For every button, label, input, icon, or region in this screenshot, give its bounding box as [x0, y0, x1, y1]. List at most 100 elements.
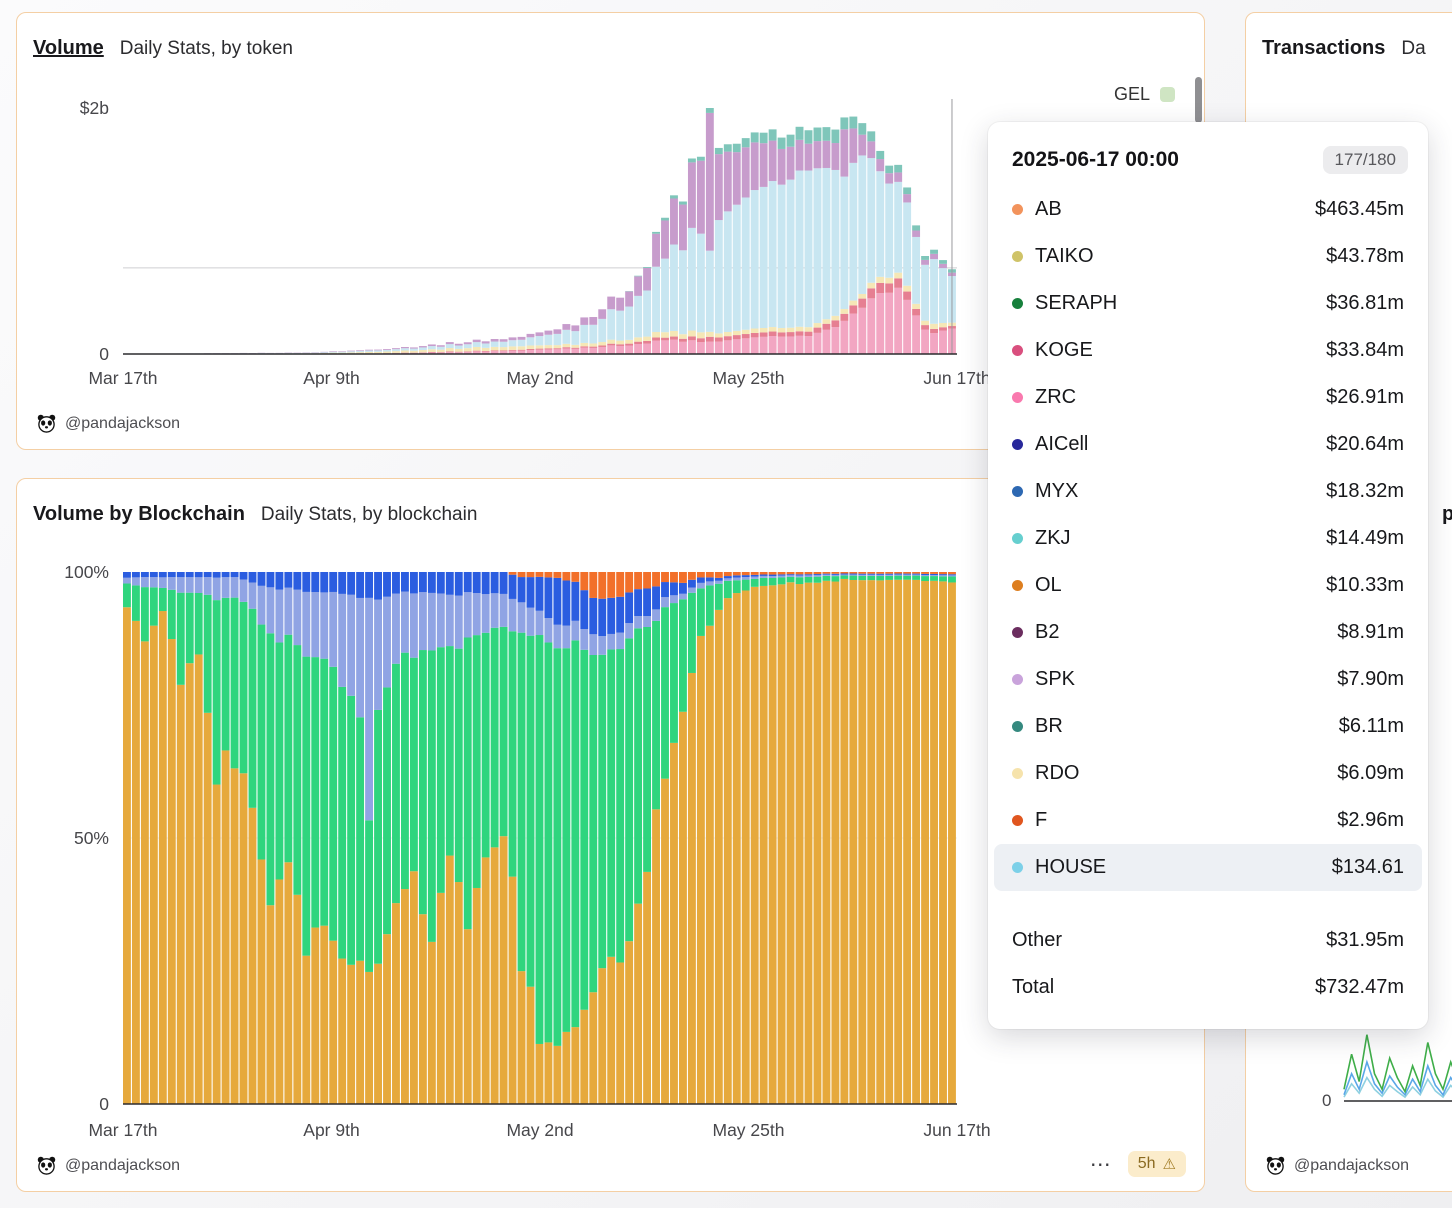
tooltip-row-b2: B2 $8.91m: [988, 609, 1428, 656]
token-color-dot: [1012, 674, 1023, 685]
tooltip-row-seraph: SERAPH $36.81m: [988, 280, 1428, 327]
volume-legend-item-gel[interactable]: GEL: [1114, 84, 1175, 105]
tooltip-row-ol: OL $10.33m: [988, 562, 1428, 609]
token-label: SERAPH: [1035, 292, 1117, 315]
panel-volume-title[interactable]: Volume: [33, 37, 104, 60]
tooltip-row-rdo: RDO $6.09m: [988, 750, 1428, 797]
mini-line-green: [1344, 1031, 1452, 1092]
token-label: F: [1035, 809, 1047, 832]
warning-icon: ⚠: [1163, 1157, 1176, 1172]
y-tick-label: 0: [99, 344, 109, 364]
staleness-badge[interactable]: 5h ⚠: [1128, 1151, 1186, 1177]
staleness-text: 5h: [1138, 1155, 1156, 1173]
token-value: $2.96m: [1337, 809, 1404, 832]
y-tick-label: $2b: [80, 98, 109, 118]
tooltip-row-ab: AB$463.45m: [988, 186, 1428, 233]
tooltip-row-koge: KOGE $33.84m: [988, 327, 1428, 374]
attribution-handle: @pandajackson: [1294, 1157, 1409, 1175]
tooltip-row-spk: SPK$7.90m: [988, 656, 1428, 703]
token-color-dot: [1012, 486, 1023, 497]
token-label: MYX: [1035, 480, 1078, 503]
panda-icon: [1266, 1156, 1285, 1175]
token-color-dot: [1012, 533, 1023, 544]
tooltip-rows: AB$463.45m TAIKO $43.78m SERAPH $36.81m KOGE $…: [988, 186, 1428, 891]
token-value: $36.81m: [1326, 292, 1404, 315]
token-color-dot: [1012, 815, 1023, 826]
mini-chart-zero-label: 0: [1322, 1091, 1331, 1111]
panel-blockchain-title[interactable]: Volume by Blockchain: [33, 503, 245, 526]
attribution-handle: @pandajackson: [65, 415, 180, 433]
y-tick-label: 50%: [74, 828, 109, 848]
token-label: KOGE: [1035, 339, 1093, 362]
token-value: $134.61: [1332, 856, 1404, 879]
attribution-blockchain[interactable]: @pandajackson: [37, 1156, 180, 1175]
panel-transactions-header: Transactions Da: [1262, 37, 1426, 60]
tooltip-summary: Other$31.95mTotal$732.47m: [988, 917, 1428, 1011]
x-tick-label: May 2nd: [506, 1120, 573, 1140]
x-tick-label: Apr 9th: [303, 1120, 359, 1140]
panel-blockchain-subtitle: Daily Stats, by blockchain: [261, 504, 478, 526]
x-tick-label: May 2nd: [506, 368, 573, 388]
token-label: ZKJ: [1035, 527, 1071, 550]
token-label: OL: [1035, 574, 1062, 597]
token-label: TAIKO: [1035, 245, 1094, 268]
legend-color-chip: [1160, 87, 1175, 102]
token-label: AB: [1035, 198, 1062, 221]
attribution-volume[interactable]: @pandajackson: [37, 414, 180, 433]
token-color-dot: [1012, 251, 1023, 262]
panda-icon: [37, 414, 56, 433]
tooltip-row-zrc: ZRC $26.91m: [988, 374, 1428, 421]
tooltip-row-aicell: AICell $20.64m: [988, 421, 1428, 468]
token-value: $6.11m: [1339, 715, 1404, 738]
more-menu-icon[interactable]: ⋯: [1090, 1154, 1112, 1175]
tooltip-counter-badge: 177/180: [1323, 146, 1408, 174]
dashboard: Volume Daily Stats, by token $2b0Mar 17t…: [0, 0, 1452, 1208]
token-color-dot: [1012, 204, 1023, 215]
tooltip-row-taiko: TAIKO $43.78m: [988, 233, 1428, 280]
token-color-dot: [1012, 439, 1023, 450]
y-tick-label: 100%: [64, 562, 109, 582]
legend-scrollbar-thumb[interactable]: [1195, 77, 1202, 123]
panel-blockchain-header: Volume by Blockchain Daily Stats, by blo…: [33, 503, 477, 526]
tooltip-header: 2025-06-17 00:00 177/180: [988, 144, 1428, 186]
tooltip-timestamp: 2025-06-17 00:00: [1012, 148, 1179, 172]
token-value: $20.64m: [1326, 433, 1404, 456]
token-label: AICell: [1035, 433, 1088, 456]
token-label: ZRC: [1035, 386, 1076, 409]
tooltip-summary-total: Total$732.47m: [988, 964, 1428, 1011]
token-color-dot: [1012, 298, 1023, 309]
token-value: $6.09m: [1337, 762, 1404, 785]
token-color-dot: [1012, 862, 1023, 873]
tooltip-row-myx: MYX $18.32m: [988, 468, 1428, 515]
clipped-text-fragment: p: [1442, 503, 1452, 526]
summary-value: $732.47m: [1315, 976, 1404, 999]
token-color-dot: [1012, 392, 1023, 403]
token-color-dot: [1012, 345, 1023, 356]
token-label: RDO: [1035, 762, 1079, 785]
x-tick-label: Jun 17th: [923, 368, 990, 388]
panel-transactions-title[interactable]: Transactions: [1262, 37, 1385, 60]
token-value: $26.91m: [1326, 386, 1404, 409]
tooltip-row-f: F $2.96m: [988, 797, 1428, 844]
token-value: $18.32m: [1326, 480, 1404, 503]
x-tick-label: Apr 9th: [303, 368, 359, 388]
panel-volume-subtitle: Daily Stats, by token: [120, 38, 293, 60]
token-label: BR: [1035, 715, 1063, 738]
token-value: $10.33m: [1326, 574, 1404, 597]
x-tick-label: May 25th: [713, 1120, 785, 1140]
legend-label: GEL: [1114, 84, 1150, 105]
token-value: $33.84m: [1326, 339, 1404, 362]
attribution-handle: @pandajackson: [65, 1157, 180, 1175]
token-value: $7.90m: [1337, 668, 1404, 691]
token-label: B2: [1035, 621, 1059, 644]
bars-volume-by-token[interactable]: [123, 108, 956, 354]
attribution-transactions[interactable]: @pandajackson: [1266, 1156, 1409, 1175]
token-value: $43.78m: [1326, 245, 1404, 268]
panel-transactions-subtitle: Da: [1401, 38, 1425, 60]
tooltip-summary-other: Other$31.95m: [988, 917, 1428, 964]
panel-blockchain-footer-actions: ⋯ 5h ⚠: [1090, 1151, 1186, 1177]
token-value: $8.91m: [1337, 621, 1404, 644]
chart-tooltip: 2025-06-17 00:00 177/180 AB$463.45mTAIKO…: [988, 122, 1428, 1029]
token-color-dot: [1012, 580, 1023, 591]
x-tick-label: May 25th: [713, 368, 785, 388]
